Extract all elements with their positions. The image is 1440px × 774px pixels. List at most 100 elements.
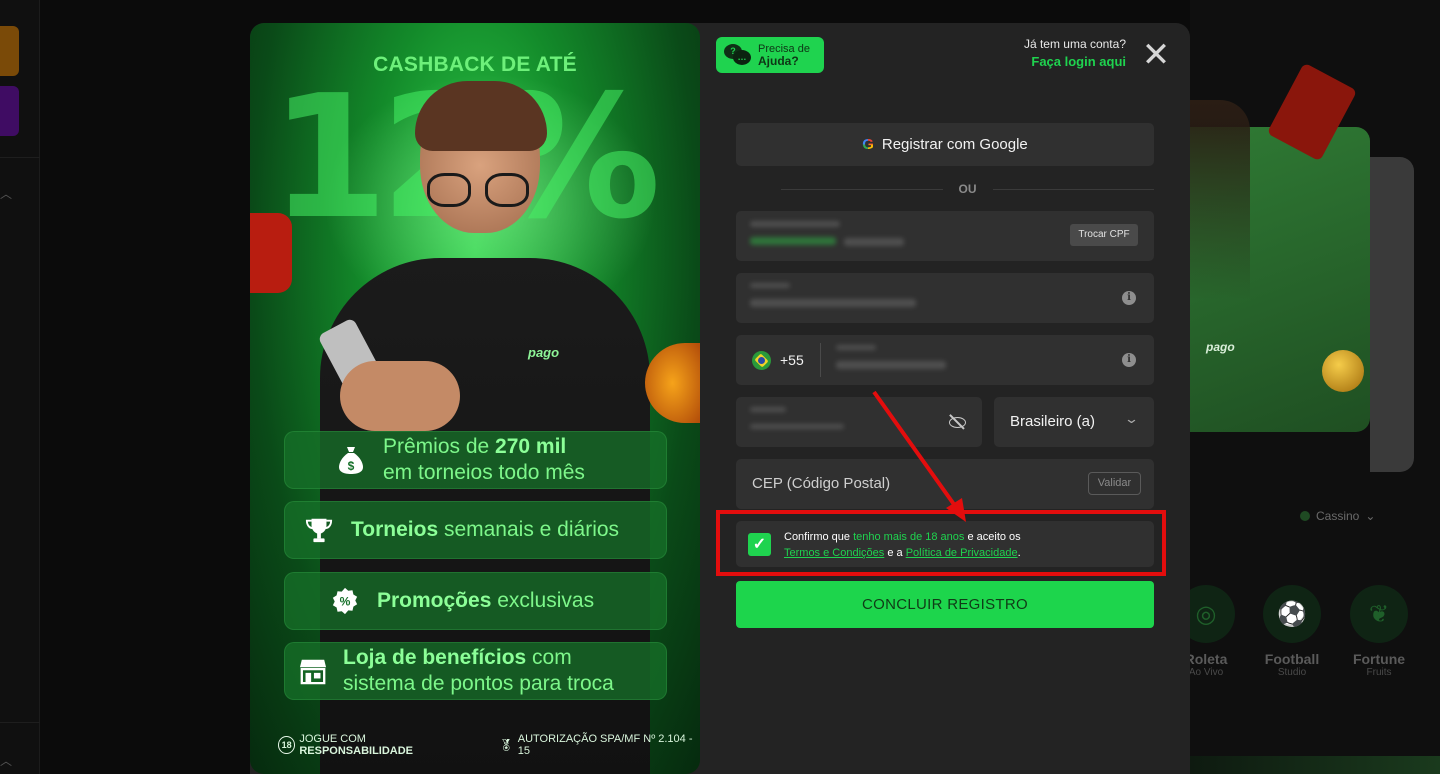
chevron-up-icon[interactable]: ︿ bbox=[0, 185, 12, 202]
feature-text: Promoções exclusivas bbox=[377, 588, 594, 614]
submit-register-button[interactable]: CONCLUIR REGISTRO bbox=[736, 581, 1154, 628]
phone-field[interactable]: +55 i bbox=[736, 335, 1154, 385]
name-label-blurred bbox=[750, 283, 790, 288]
close-icon[interactable]: ✕ bbox=[1140, 38, 1172, 72]
password-label-blurred bbox=[750, 407, 786, 412]
google-icon: G bbox=[862, 136, 874, 153]
football-icon[interactable]: ⚽ bbox=[1263, 585, 1321, 643]
sidebar-divider bbox=[0, 157, 40, 158]
background-promo-card-next[interactable] bbox=[1370, 157, 1414, 472]
login-link[interactable]: Faça login aqui bbox=[1010, 54, 1126, 69]
password-field[interactable] bbox=[736, 397, 982, 447]
background-promo-person bbox=[1190, 100, 1250, 300]
cpf-field[interactable]: Trocar CPF bbox=[736, 211, 1154, 261]
feature-text-line2: sistema de pontos para troca bbox=[343, 672, 614, 695]
info-icon[interactable]: i bbox=[1122, 353, 1136, 367]
cashback-headline: CASHBACK DE ATÉ bbox=[373, 53, 577, 76]
login-question: Já tem uma conta? bbox=[1023, 37, 1126, 51]
game-subtitle: Studio bbox=[1277, 667, 1307, 678]
feature-text-bold: Loja de benefícios bbox=[343, 646, 527, 669]
switch-cpf-button[interactable]: Trocar CPF bbox=[1070, 224, 1138, 246]
feature-text-post: semanais e diários bbox=[438, 518, 620, 541]
feature-text-post: em torneios todo mês bbox=[383, 461, 585, 484]
feature-text-bold: Torneios bbox=[351, 518, 439, 541]
svg-text:%: % bbox=[340, 595, 351, 609]
phone-country-code: +55 bbox=[780, 352, 804, 368]
highlight-box bbox=[716, 510, 1166, 576]
feature-promotions: % Promoções exclusivas bbox=[284, 572, 667, 630]
game-title: Fortune bbox=[1352, 651, 1406, 667]
google-register-button[interactable]: G Registrar com Google bbox=[736, 123, 1154, 166]
name-value-blurred bbox=[750, 299, 916, 307]
chevron-down-icon: ⌄ bbox=[1365, 509, 1376, 523]
register-modal: 12% CASHBACK DE ATÉ pago $ Prêmios de 27… bbox=[250, 23, 1190, 774]
feature-text-pre: Prêmios de bbox=[383, 435, 496, 458]
responsible-gaming-text: JOGUE COM RESPONSABILIDADE bbox=[299, 733, 475, 757]
medal-icon: 🏅︎ bbox=[498, 738, 514, 752]
nationality-value: Brasileiro (a) bbox=[1010, 413, 1096, 430]
help-button[interactable]: ?… Precisa de Ajuda? bbox=[716, 37, 824, 73]
cep-input[interactable] bbox=[752, 475, 1052, 492]
promo-person-hand bbox=[340, 361, 460, 431]
decoration-left bbox=[250, 213, 292, 293]
chat-help-icon: ?… bbox=[724, 44, 751, 66]
sidebar-tile-orange[interactable] bbox=[0, 26, 19, 76]
store-icon bbox=[299, 657, 327, 685]
feature-text: Prêmios de 270 mil em torneios todo mês bbox=[383, 434, 585, 486]
money-bag-icon: $ bbox=[337, 446, 365, 474]
sidebar-divider bbox=[0, 722, 40, 723]
help-text: Precisa de Ajuda? bbox=[758, 43, 810, 67]
or-divider: OU bbox=[736, 181, 1154, 197]
background-sidebar: ︿ ︿ bbox=[0, 0, 40, 774]
validate-cep-button[interactable]: Validar bbox=[1088, 472, 1141, 495]
casino-icon bbox=[1300, 511, 1310, 521]
feature-text-bold: Promoções bbox=[377, 589, 492, 612]
phone-value-blurred bbox=[836, 361, 946, 369]
chevron-down-icon: ⌄ bbox=[1123, 411, 1140, 426]
age-18-icon: 18 bbox=[278, 736, 296, 754]
promo-person-hair bbox=[415, 81, 547, 151]
info-icon[interactable]: i bbox=[1122, 291, 1136, 305]
chevron-up-icon[interactable]: ︿ bbox=[0, 752, 12, 769]
authorization-text: AUTORIZAÇÃO SPA/MF Nº 2.104 - 15 bbox=[517, 733, 693, 757]
feature-store: Loja de benefícios com sistema de pontos… bbox=[284, 642, 667, 700]
cpf-value-blurred bbox=[750, 237, 836, 245]
feature-text-post: com bbox=[526, 646, 572, 669]
help-line2: Ajuda? bbox=[758, 54, 799, 68]
sidebar-tile-purple[interactable] bbox=[0, 86, 19, 136]
banana-icon[interactable]: ❦ bbox=[1350, 585, 1408, 643]
cpf-label-blurred bbox=[750, 221, 840, 227]
game-title: Football bbox=[1264, 651, 1320, 667]
google-register-label: Registrar com Google bbox=[881, 136, 1028, 153]
promo-panel: 12% CASHBACK DE ATÉ pago $ Prêmios de 27… bbox=[250, 23, 700, 774]
percent-badge-icon: % bbox=[331, 587, 359, 615]
background-promo-logo: pago bbox=[1206, 340, 1235, 354]
svg-text:$: $ bbox=[348, 459, 355, 473]
glasses-icon bbox=[425, 173, 535, 213]
legal-footer: 18 JOGUE COM RESPONSABILIDADE 🏅︎ AUTORIZ… bbox=[278, 733, 700, 757]
name-field[interactable]: i bbox=[736, 273, 1154, 323]
feature-prizes: $ Prêmios de 270 mil em torneios todo mê… bbox=[284, 431, 667, 489]
feature-text: Torneios semanais e diários bbox=[351, 517, 619, 543]
feature-text-post: exclusivas bbox=[491, 589, 595, 612]
trophy-icon bbox=[305, 516, 333, 544]
phone-divider bbox=[820, 343, 821, 377]
eye-off-icon[interactable] bbox=[948, 414, 966, 430]
password-value-blurred bbox=[750, 424, 844, 429]
responsible-bold: RESPONSABILIDADE bbox=[299, 745, 414, 757]
feature-text: Loja de benefícios com sistema de pontos… bbox=[343, 645, 614, 697]
background-promo-coin bbox=[1322, 350, 1364, 392]
game-subtitle: Fruits bbox=[1366, 667, 1392, 678]
decoration-right bbox=[645, 343, 700, 423]
feature-tournaments: Torneios semanais e diários bbox=[284, 501, 667, 559]
responsible-pre: JOGUE COM bbox=[299, 733, 366, 745]
background-banner bbox=[1190, 756, 1440, 774]
feature-text-bold: 270 mil bbox=[495, 435, 567, 458]
phone-label-blurred bbox=[836, 345, 876, 350]
cep-field[interactable]: Validar bbox=[736, 459, 1154, 509]
category-select[interactable]: Cassino ⌄ bbox=[1300, 509, 1375, 523]
nationality-select[interactable]: Brasileiro (a) ⌄ bbox=[994, 397, 1154, 447]
shirt-logo: pago bbox=[528, 345, 560, 360]
brazil-flag-icon[interactable] bbox=[752, 351, 771, 370]
cpf-value-blurred bbox=[844, 238, 904, 246]
